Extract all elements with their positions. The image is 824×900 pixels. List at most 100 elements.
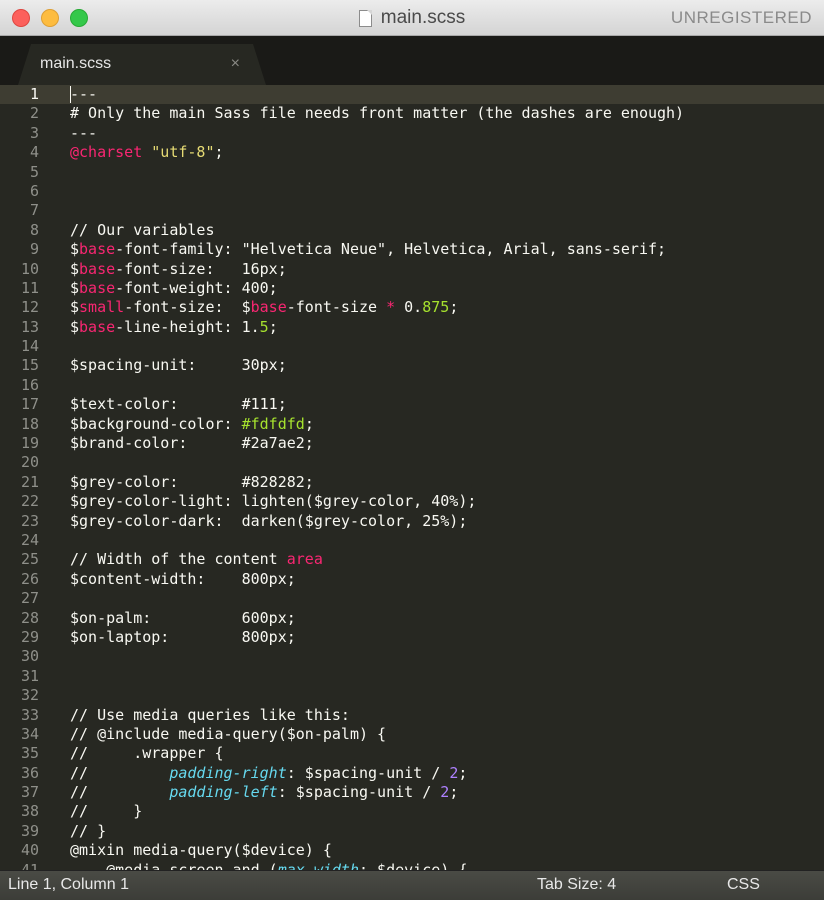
editor-window: main.scss UNREGISTERED main.scss × 1 --- 2… (0, 0, 824, 900)
code-line[interactable]: 4 @charset "utf-8"; (0, 143, 824, 162)
line-number: 16 (20, 375, 39, 394)
code-token: // Width of the content (70, 550, 287, 569)
line-number: 1 (29, 85, 39, 103)
line-number: 8 (29, 220, 39, 239)
code-token: $spacing-unit: 30px; (70, 356, 287, 375)
code-line[interactable]: 35 // .wrapper { (0, 744, 824, 763)
line-number: 30 (20, 647, 39, 666)
code-line[interactable]: 21 $grey-color: #828282; (0, 473, 824, 492)
code-line[interactable]: 41 @media screen and (max-width: $device… (0, 861, 824, 870)
code-line[interactable]: 28 $on-palm: 600px; (0, 609, 824, 628)
code-line[interactable]: 15 $spacing-unit: 30px; (0, 356, 824, 375)
code-text: // Use media queries like this: (70, 706, 350, 725)
line-number: 5 (29, 162, 39, 181)
code-token: @mixin media-query($device) { (70, 841, 332, 860)
code-line[interactable]: 11 $base-font-weight: 400; (0, 279, 824, 298)
code-line[interactable]: 24 (0, 531, 824, 550)
code-token: ; (449, 298, 459, 317)
code-token: $grey-color-light: lighten($grey-color, … (70, 492, 477, 511)
line-number: 31 (20, 666, 39, 685)
line-number: 24 (20, 530, 39, 549)
code-line[interactable]: 13 $base-line-height: 1.5; (0, 318, 824, 337)
line-number: 20 (20, 453, 39, 472)
code-token: // } (70, 802, 143, 821)
code-token: // @include media-query($on-palm) { (70, 724, 387, 743)
tab-close-icon[interactable]: × (231, 44, 240, 84)
code-line[interactable]: 1 --- (0, 85, 824, 105)
code-line[interactable]: 6 (0, 182, 824, 201)
line-number: 35 (20, 744, 39, 763)
code-text: // } (70, 822, 106, 841)
code-line[interactable]: 8 // Our variables (0, 221, 824, 240)
code-line[interactable]: 32 (0, 686, 824, 705)
line-number: 2 (29, 104, 39, 123)
line-number: 37 (20, 783, 39, 802)
code-line[interactable]: 20 (0, 453, 824, 472)
code-line[interactable]: 27 (0, 589, 824, 608)
tab-size-selector[interactable]: Tab Size: 4 (537, 871, 616, 899)
status-bar: Line 1, Column 1 Tab Size: 4 CSS (0, 870, 824, 900)
code-line[interactable]: 18 $background-color: #fdfdfd; (0, 415, 824, 434)
code-token: // .wrapper { (70, 744, 224, 763)
minimize-window-button[interactable] (41, 9, 59, 27)
title-bar: main.scss UNREGISTERED (0, 0, 824, 36)
code-line[interactable]: 39 // } (0, 822, 824, 841)
code-line[interactable]: 16 (0, 376, 824, 395)
code-text: # Only the main Sass file needs front ma… (70, 104, 684, 123)
code-line[interactable]: 31 (0, 667, 824, 686)
code-line[interactable]: 34 // @include media-query($on-palm) { (0, 725, 824, 744)
code-line[interactable]: 9 $base-font-family: "Helvetica Neue", He… (0, 240, 824, 259)
code-line[interactable]: 12 $small-font-size: $base-font-size * 0.… (0, 298, 824, 317)
code-token: base (250, 298, 287, 317)
code-line[interactable]: 3 --- (0, 124, 824, 143)
code-line[interactable]: 29 $on-laptop: 800px; (0, 628, 824, 647)
line-number: 17 (20, 395, 39, 414)
maximize-window-button[interactable] (70, 9, 88, 27)
code-token: -font-family: "Helvetica Neue", Helvetic… (115, 240, 667, 259)
unregistered-label: UNREGISTERED (670, 8, 812, 27)
code-text: --- (70, 85, 97, 104)
code-token: 875 (422, 298, 450, 317)
line-number: 18 (20, 414, 39, 433)
code-token: : $spacing-unit / (286, 763, 450, 782)
code-text: $content-width: 800px; (70, 570, 296, 589)
code-token: $on-laptop: 800px; (70, 627, 296, 646)
code-line[interactable]: 26 $content-width: 800px; (0, 570, 824, 589)
tab-bar: main.scss × (0, 36, 824, 85)
code-token: base (79, 259, 116, 278)
code-line[interactable]: 17 $text-color: #111; (0, 395, 824, 414)
code-line[interactable]: 22 $grey-color-light: lighten($grey-color… (0, 492, 824, 511)
code-token: ; (268, 317, 278, 336)
syntax-selector[interactable]: CSS (727, 871, 760, 899)
code-line[interactable]: 10 $base-font-size: 16px; (0, 260, 824, 279)
code-text: @media screen and (max-width: $device) { (70, 861, 467, 870)
code-line[interactable]: 19 $brand-color: #2a7ae2; (0, 434, 824, 453)
code-token: // (70, 783, 170, 802)
code-line[interactable]: 33 // Use media queries like this: (0, 706, 824, 725)
code-line[interactable]: 38 // } (0, 802, 824, 821)
line-number: 4 (29, 143, 39, 162)
code-token: // } (70, 821, 107, 840)
code-line[interactable]: 40 @mixin media-query($device) { (0, 841, 824, 860)
code-line[interactable]: 23 $grey-color-dark: darken($grey-color, … (0, 512, 824, 531)
code-line[interactable]: 37 // padding-left: $spacing-unit / 2; (0, 783, 824, 802)
code-token: $background-color: (70, 414, 242, 433)
code-line[interactable]: 2 # Only the main Sass file needs front m… (0, 104, 824, 123)
code-token: -line-height: 1. (115, 317, 260, 336)
line-number: 33 (20, 705, 39, 724)
code-editor[interactable]: 1 --- 2 # Only the main Sass file needs fro… (0, 85, 824, 870)
tab-main-scss[interactable]: main.scss × (18, 44, 266, 85)
code-token: $content-width: 800px; (70, 569, 296, 588)
code-line[interactable]: 25 // Width of the content area (0, 550, 824, 569)
code-token: 2 (449, 763, 459, 782)
code-token: // (70, 763, 170, 782)
code-text: // Our variables (70, 221, 215, 240)
line-number: 23 (20, 511, 39, 530)
code-line[interactable]: 30 (0, 647, 824, 666)
code-line[interactable]: 5 (0, 163, 824, 182)
line-number: 21 (20, 472, 39, 491)
close-window-button[interactable] (12, 9, 30, 27)
code-line[interactable]: 36 // padding-right: $spacing-unit / 2; (0, 764, 824, 783)
code-line[interactable]: 7 (0, 201, 824, 220)
code-line[interactable]: 14 (0, 337, 824, 356)
